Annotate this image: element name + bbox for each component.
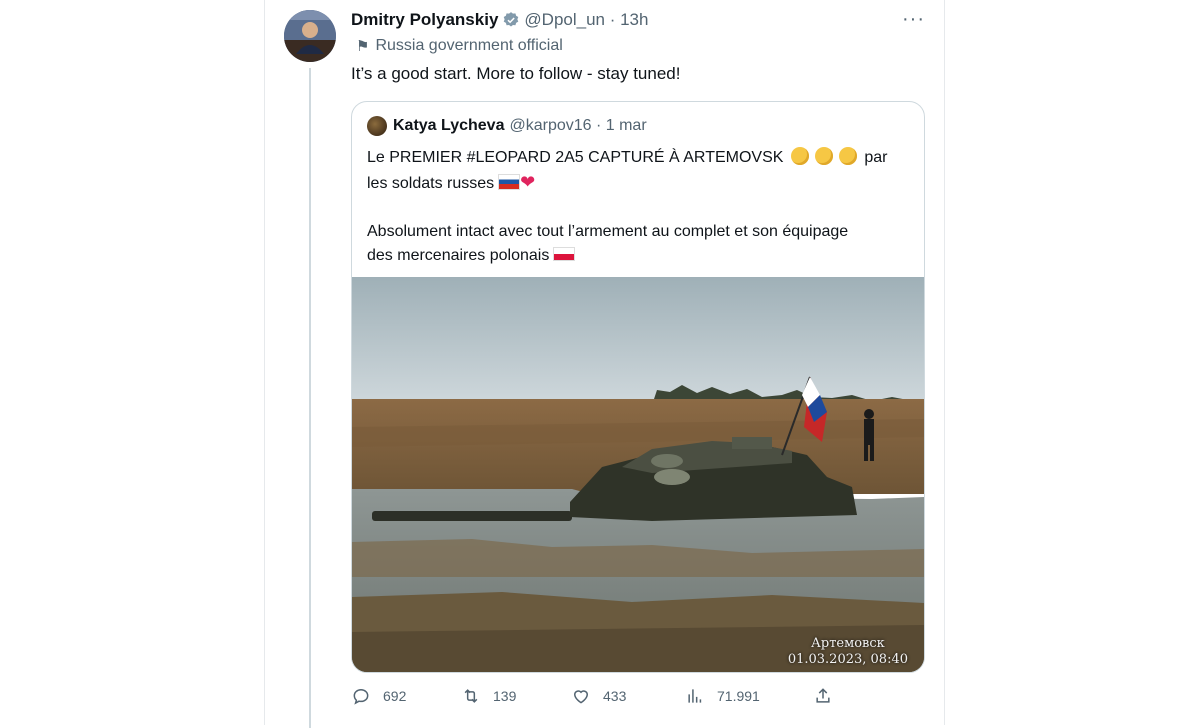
flag-icon: ⚑ [356, 38, 370, 55]
more-horizontal-icon[interactable]: ··· [902, 8, 925, 31]
government-label: ⚑ Russia government official [356, 37, 563, 55]
quoted-tweet-photo[interactable]: Артемовск 01.03.2023, 08:40 [352, 277, 924, 672]
share-button[interactable] [813, 686, 845, 706]
clapping-hands-emoji-icon [814, 147, 833, 165]
government-label-text: Russia government official [375, 37, 563, 54]
author-name[interactable]: Dmitry Polyanskiy [351, 10, 498, 30]
timeline-left-border [264, 0, 265, 725]
verified-badge-icon [502, 11, 520, 29]
quoted-author-name[interactable]: Katya Lycheva [393, 117, 504, 135]
heart-icon [573, 690, 589, 704]
share-icon [816, 688, 830, 703]
thread-connector-line [309, 68, 311, 728]
like-count: 433 [603, 688, 627, 704]
retweet-button[interactable]: 139 [461, 686, 516, 706]
quoted-tweet-header: Katya Lycheva @karpov16 · 1 mar [367, 116, 647, 136]
retweet-icon [464, 689, 478, 703]
clapping-hands-emoji-icon [838, 147, 857, 165]
quoted-text-line3: Absolument intact avec tout l’armement a… [367, 223, 849, 240]
quoted-author-avatar[interactable] [367, 116, 387, 136]
retweet-count: 139 [493, 688, 517, 704]
view-count: 71.991 [717, 688, 760, 704]
photo-caption: Артемовск 01.03.2023, 08:40 [788, 636, 908, 668]
photo-caption-date: 01.03.2023, 08:40 [787, 652, 908, 667]
russia-flag-emoji-icon [498, 174, 521, 190]
poland-flag-emoji-icon [553, 247, 576, 261]
timeline-right-border [944, 0, 945, 725]
views-button[interactable]: 71.991 [685, 686, 760, 706]
quoted-text-line1: Le PREMIER #LEOPARD 2A5 CAPTURÉ À ARTEMO… [367, 149, 784, 166]
photo-caption-place: Артемовск [811, 636, 885, 651]
like-button[interactable]: 433 [571, 686, 626, 706]
author-handle-and-time[interactable]: @Dpol_un · 13h [524, 10, 648, 30]
author-avatar[interactable] [284, 10, 336, 62]
reply-icon [353, 688, 369, 705]
quoted-text-line1-end: par [864, 149, 888, 166]
reply-count: 692 [383, 688, 407, 704]
tweet-text: It’s a good start. More to follow - stay… [351, 64, 681, 83]
quoted-tweet[interactable]: Katya Lycheva @karpov16 · 1 mar Le PREMI… [351, 101, 925, 673]
tweet-header: Dmitry Polyanskiy @Dpol_un · 13h [351, 8, 648, 32]
red-heart-emoji-icon: ❤ [520, 172, 536, 192]
reply-button[interactable]: 692 [351, 686, 406, 706]
views-chart-icon [688, 689, 702, 703]
quoted-text-line4: des mercenaires polonais [367, 247, 550, 264]
quoted-text-line2: les soldats russes [367, 175, 495, 192]
quoted-author-handle-and-time[interactable]: @karpov16 · 1 mar [509, 117, 646, 135]
quoted-tweet-text: Le PREMIER #LEOPARD 2A5 CAPTURÉ À ARTEMO… [367, 146, 915, 268]
clapping-hands-emoji-icon [790, 147, 809, 165]
